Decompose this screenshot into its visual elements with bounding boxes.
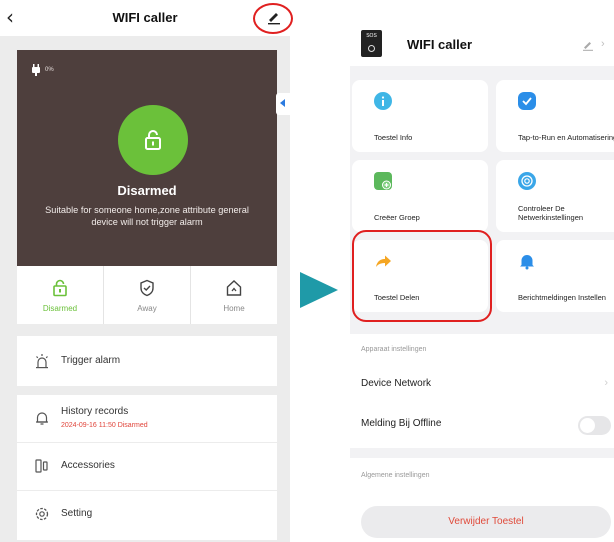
check-badge-icon: [518, 92, 536, 110]
bell-icon: [36, 412, 48, 425]
notification-bell-icon: [520, 255, 534, 270]
device-title: WIFI caller: [407, 37, 473, 52]
history-records-row[interactable]: History records 2024-09-16 11:50 Disarme…: [17, 395, 277, 441]
disarm-toggle-button[interactable]: [118, 105, 188, 175]
tile-label: Creëer Groep: [374, 213, 420, 222]
left-phone-screen: ‹ WIFI caller 0% Disarmed Suitable for s…: [0, 0, 293, 542]
device-settings-section: Apparaat instellingen Device Network › M…: [350, 334, 614, 448]
section-title: Apparaat instellingen: [361, 346, 427, 353]
battery-percent: 0%: [45, 67, 54, 73]
tile-label: Berichtmeldingen Instellen: [518, 293, 606, 302]
offline-notification-row: Melding Bij Offline: [350, 408, 614, 442]
right-phone-screen: SOS WIFI caller › Toestel Info Tap-to-Ru…: [350, 0, 614, 542]
mode-label: Home: [223, 304, 245, 313]
row-label: Setting: [61, 508, 93, 519]
device-network-row[interactable]: Device Network ›: [350, 368, 614, 402]
toggle-knob: [580, 418, 595, 433]
chevron-left-icon: [280, 99, 285, 107]
tile-create-group[interactable]: Creëer Groep: [352, 160, 488, 232]
mode-disarmed[interactable]: Disarmed: [17, 266, 104, 324]
mode-away[interactable]: Away: [104, 266, 191, 324]
gear-icon: [35, 507, 49, 521]
edit-pen-icon[interactable]: [582, 39, 594, 51]
row-label: Accessories: [61, 460, 115, 471]
page-title: WIFI caller: [112, 10, 178, 25]
side-drawer-tab[interactable]: [276, 93, 290, 115]
accessories-icon: [35, 459, 48, 473]
mode-selector: Disarmed Away Home: [17, 266, 277, 324]
chevron-right-icon: ›: [604, 377, 608, 389]
info-icon: [374, 92, 392, 110]
status-title: Disarmed: [117, 183, 177, 198]
device-thumbnail-label: SOS: [366, 33, 377, 39]
setting-row[interactable]: Setting: [17, 491, 277, 537]
status-description: Suitable for someone home,zone attribute…: [45, 205, 249, 227]
shield-check-icon: [140, 279, 154, 297]
siren-icon: [36, 354, 48, 369]
battery-plug-icon: [32, 64, 40, 76]
trigger-alarm-card: Trigger alarm: [17, 336, 277, 386]
row-label: Device Network: [361, 378, 432, 389]
row-label: Trigger alarm: [61, 355, 121, 366]
transition-arrow: [300, 272, 338, 308]
accessories-row[interactable]: Accessories: [17, 443, 277, 489]
section-title: Algemene instellingen: [361, 472, 430, 479]
unlock-icon: [145, 130, 161, 150]
row-label: Melding Bij Offline: [361, 418, 442, 429]
tile-notifications[interactable]: Berichtmeldingen Instellen: [496, 240, 614, 312]
tile-network-check[interactable]: Controleer De Netwerkinstellingen: [496, 160, 614, 232]
tile-tap-to-run[interactable]: Tap-to-Run en Automatisering: [496, 80, 614, 152]
app-header: ‹ WIFI caller: [0, 0, 293, 36]
share-highlight-box: [352, 230, 492, 322]
delete-device-button[interactable]: Verwijder Toestel: [361, 506, 611, 538]
mode-home[interactable]: Home: [191, 266, 277, 324]
device-header: SOS WIFI caller ›: [350, 0, 614, 66]
tile-label: Tap-to-Run en Automatisering: [518, 133, 614, 142]
history-latest: 2024-09-16 11:50 Disarmed: [61, 422, 148, 429]
mode-label: Disarmed: [42, 304, 78, 313]
row-label: History records: [61, 406, 129, 417]
offline-toggle[interactable]: [578, 416, 611, 435]
tile-device-info[interactable]: Toestel Info: [352, 80, 488, 152]
device-thumbnail-knob: [368, 45, 375, 52]
network-icon: [518, 172, 536, 190]
security-status-panel: 0% Disarmed Suitable for someone home,zo…: [17, 50, 277, 266]
group-add-icon: [374, 172, 392, 190]
device-thumbnail: SOS: [361, 30, 382, 57]
tile-label: Controleer De Netwerkinstellingen: [518, 204, 584, 222]
tile-label: Toestel Info: [374, 133, 413, 142]
chevron-right-icon[interactable]: ›: [601, 38, 605, 50]
home-icon: [226, 280, 242, 296]
edit-highlight-circle: [253, 3, 293, 34]
device-menu-card: History records 2024-09-16 11:50 Disarme…: [17, 395, 277, 540]
trigger-alarm-row[interactable]: Trigger alarm: [17, 338, 277, 384]
unlock-icon: [53, 279, 67, 297]
mode-label: Away: [137, 304, 157, 313]
